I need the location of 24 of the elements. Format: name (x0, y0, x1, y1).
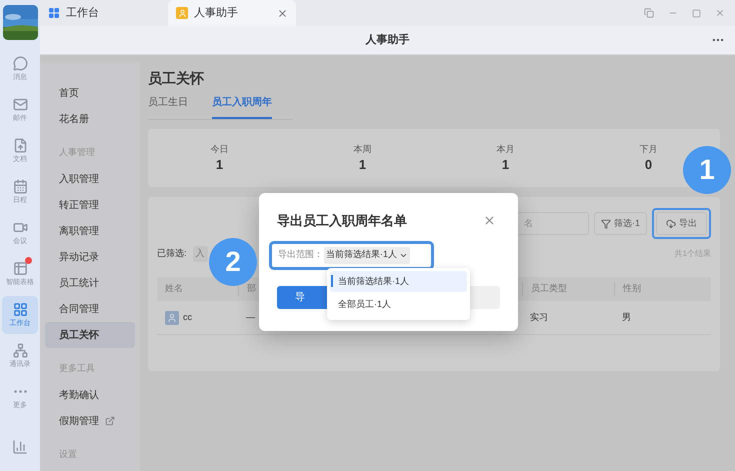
stat-value: 1 (502, 156, 510, 173)
stat-label: 今日 (210, 143, 228, 156)
sidebar-section-label: 更多工具 (58, 362, 96, 376)
column-header: 员工类型 (522, 282, 614, 296)
table-cell-text: 实习 (530, 310, 548, 324)
step-badge: 1 (683, 146, 731, 194)
stat-value: 1 (216, 156, 224, 173)
page-title: 员工关怀 (148, 69, 205, 87)
stat-label: 下月 (640, 143, 658, 156)
filtered-label: 已筛选: (157, 247, 187, 260)
table-cell-text: 男 (622, 310, 631, 324)
dialog-title: 导出员工入职周年名单 (277, 212, 407, 230)
stat-label: 本周 (354, 143, 372, 156)
app-title: 人事助手 (366, 32, 410, 48)
stat-value: 0 (644, 156, 652, 173)
table-cell-text: — (246, 310, 255, 324)
column-header: 性别 (614, 282, 711, 296)
range-label: 导出范围： (278, 248, 323, 262)
table-cell-text: cc (183, 310, 192, 324)
column-header: 姓名 (164, 282, 184, 296)
sidebar-section-label: 人事管理 (58, 146, 96, 160)
stat-value: 1 (358, 156, 366, 173)
sidebar-section-label: 设置 (58, 448, 78, 462)
stat-label: 本月 (496, 143, 514, 156)
